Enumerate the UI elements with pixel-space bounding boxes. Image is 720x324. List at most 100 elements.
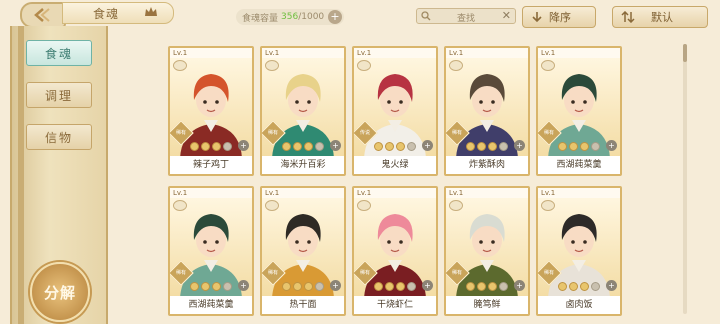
character-name: 西湖莼菜羹 (538, 156, 620, 174)
character-card[interactable]: Lv.1 稀有 + 腌笃鲜 (444, 186, 530, 316)
star-rating (374, 282, 416, 291)
scroll-rod (18, 26, 24, 324)
star-rating (466, 142, 508, 151)
page-title: 食魂 (93, 6, 120, 21)
character-card[interactable]: Lv.1 稀有 + 海米升百彩 (260, 46, 346, 176)
upgrade-icon[interactable]: + (238, 140, 249, 151)
character-card[interactable]: Lv.1 稀有 + 热干面 (260, 186, 346, 316)
star-dot (488, 142, 497, 151)
level-label: Lv.1 (449, 49, 464, 57)
element-badge (357, 60, 371, 71)
star-dot (385, 282, 394, 291)
upgrade-icon[interactable]: + (330, 140, 341, 151)
element-badge (541, 200, 555, 211)
upgrade-icon[interactable]: + (238, 280, 249, 291)
upgrade-icon[interactable]: + (514, 280, 525, 291)
sidebar-item-token[interactable]: 信物 (26, 124, 92, 150)
sidebar-item-label: 调理 (44, 88, 73, 103)
rarity-label: 稀有 (359, 270, 370, 276)
star-dot (223, 142, 232, 151)
top-bar: 食魂 食魂容量 356 /1000 + 查找 ✕ 降序 默认 (0, 0, 720, 34)
sort-order-button[interactable]: 降序 (522, 6, 596, 28)
decompose-label: 分解 (43, 283, 76, 302)
upgrade-icon[interactable]: + (330, 280, 341, 291)
back-button[interactable] (20, 2, 66, 28)
star-dot (499, 282, 508, 291)
upgrade-icon[interactable]: + (422, 140, 433, 151)
sort-arrow-icon (532, 12, 542, 23)
element-badge (265, 60, 279, 71)
search-icon (421, 11, 431, 21)
capacity-bar: 食魂容量 356 /1000 + (236, 9, 344, 25)
element-badge (357, 200, 371, 211)
star-rating (282, 282, 324, 291)
star-dot (315, 282, 324, 291)
star-dot (580, 282, 589, 291)
star-dot (201, 282, 210, 291)
element-badge (449, 60, 463, 71)
star-dot (580, 142, 589, 151)
sidebar-item-food-soul[interactable]: 食魂 (26, 40, 92, 66)
character-card[interactable]: Lv.1 传说 + 鬼火绿 (352, 46, 438, 176)
scrollbar-thumb[interactable] (683, 44, 687, 62)
decompose-button[interactable]: 分解 (30, 262, 90, 322)
star-dot (304, 142, 313, 151)
upgrade-icon[interactable]: + (422, 280, 433, 291)
star-dot (223, 282, 232, 291)
character-card[interactable]: Lv.1 稀有 + 卤肉饭 (536, 186, 622, 316)
rarity-label: 稀有 (267, 270, 278, 276)
star-rating (282, 142, 324, 151)
star-dot (591, 142, 600, 151)
star-dot (315, 142, 324, 151)
search-input[interactable]: 查找 ✕ (416, 8, 516, 24)
level-label: Lv.1 (173, 49, 188, 57)
star-rating (558, 142, 600, 151)
sidebar-item-label: 食魂 (44, 46, 73, 61)
element-badge (173, 60, 187, 71)
rarity-label: 稀有 (267, 130, 278, 136)
upgrade-icon[interactable]: + (606, 280, 617, 291)
star-dot (282, 282, 291, 291)
character-name: 西湖莼菜羹 (170, 296, 252, 314)
sidebar-item-cooking[interactable]: 调理 (26, 82, 92, 108)
crown-icon (145, 7, 157, 16)
star-rating (558, 282, 600, 291)
sidebar-item-label: 信物 (44, 130, 73, 145)
star-dot (466, 282, 475, 291)
star-dot (477, 282, 486, 291)
character-name: 鬼火绿 (354, 156, 436, 174)
star-dot (591, 282, 600, 291)
character-name: 卤肉饭 (538, 296, 620, 314)
rarity-label: 稀有 (175, 270, 186, 276)
star-dot (293, 282, 302, 291)
character-card[interactable]: Lv.1 稀有 + 辣子鸡丁 (168, 46, 254, 176)
character-card[interactable]: Lv.1 稀有 + 西湖莼菜羹 (168, 186, 254, 316)
star-dot (374, 142, 383, 151)
character-name: 海米升百彩 (262, 156, 344, 174)
star-dot (293, 142, 302, 151)
star-dot (558, 142, 567, 151)
rarity-label: 稀有 (543, 270, 554, 276)
star-dot (282, 142, 291, 151)
star-dot (407, 282, 416, 291)
star-dot (396, 282, 405, 291)
star-rating (190, 282, 232, 291)
clear-icon[interactable]: ✕ (502, 9, 511, 22)
character-card[interactable]: Lv.1 稀有 + 炸紫酥肉 (444, 46, 530, 176)
grid-scrollbar[interactable] (683, 44, 687, 314)
level-label: Lv.1 (357, 49, 372, 57)
star-dot (558, 282, 567, 291)
capacity-add-button[interactable]: + (328, 10, 342, 24)
element-badge (449, 200, 463, 211)
upgrade-icon[interactable]: + (606, 140, 617, 151)
rarity-label: 稀有 (175, 130, 186, 136)
rarity-label: 稀有 (451, 130, 462, 136)
swap-icon (621, 11, 635, 23)
filter-button[interactable]: 默认 (612, 6, 708, 28)
upgrade-icon[interactable]: + (514, 140, 525, 151)
star-dot (304, 282, 313, 291)
rarity-label: 稀有 (451, 270, 462, 276)
character-card[interactable]: Lv.1 稀有 + 干烧虾仁 (352, 186, 438, 316)
character-card[interactable]: Lv.1 稀有 + 西湖莼菜羹 (536, 46, 622, 176)
element-badge (173, 200, 187, 211)
